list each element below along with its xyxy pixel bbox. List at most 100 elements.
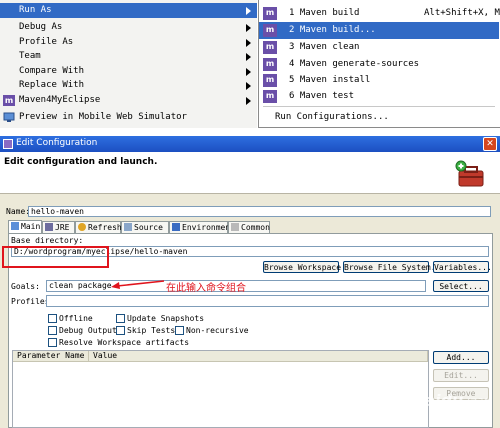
offline-label: Offline — [59, 314, 93, 323]
menu-item-label: Compare With — [19, 66, 85, 76]
submenu-arrow-icon — [246, 68, 251, 76]
submenu-item-label: Run Configurations... — [275, 112, 389, 122]
tab-environment[interactable]: Environment — [169, 221, 235, 233]
dialog-title: Edit Configuration — [16, 138, 98, 148]
submenu-item-maven-generate-sources[interactable]: m 4 Maven generate-sources — [259, 56, 499, 73]
mobile-simulator-icon — [3, 112, 15, 123]
run-as-submenu: m 1 Maven build Alt+Shift+X, M m 2 Maven… — [258, 0, 500, 128]
column-header-parameter-name[interactable]: Parameter Name — [13, 351, 89, 362]
goals-highlight-box — [2, 246, 109, 268]
menu-item-run-as[interactable]: Run As — [0, 3, 257, 18]
base-directory-label: Base directory: — [11, 236, 84, 245]
skip-tests-label: Skip Tests — [127, 326, 176, 335]
submenu-item-label: 5 Maven install — [289, 75, 371, 85]
update-snapshots-checkbox[interactable] — [116, 314, 125, 323]
source-tab-icon — [124, 223, 132, 231]
submenu-arrow-icon — [246, 53, 251, 61]
submenu-arrow-icon — [246, 82, 251, 90]
tab-label: Common — [241, 223, 270, 232]
menu-item-label: Maven4MyEclipse — [19, 95, 101, 105]
refresh-tab-icon — [78, 223, 86, 231]
annotation-arrow-icon — [111, 280, 165, 289]
close-button[interactable]: ✕ — [483, 137, 497, 151]
goals-label: Goals: — [11, 282, 40, 291]
menu-item-team[interactable]: Team — [0, 49, 257, 64]
toolbox-icon — [455, 160, 485, 188]
tab-label: Main — [21, 222, 41, 231]
menu-item-debug-as[interactable]: Debug As — [0, 20, 257, 35]
non-recursive-checkbox[interactable] — [175, 326, 184, 335]
name-field[interactable]: hello-maven — [28, 206, 491, 217]
dialog-titlebar[interactable]: Edit Configuration ✕ — [0, 136, 500, 152]
tab-jre[interactable]: JRE — [42, 221, 75, 233]
menu-item-replace-with[interactable]: Replace With — [0, 78, 257, 93]
submenu-arrow-icon — [246, 97, 251, 105]
maven-m-icon: m — [263, 24, 277, 37]
submenu-item-maven-install[interactable]: m 5 Maven install — [259, 72, 499, 89]
watermark-suffix: 经验 — [466, 397, 491, 411]
submenu-item-label: 4 Maven generate-sources — [289, 59, 420, 69]
update-snapshots-label: Update Snapshots — [127, 314, 205, 323]
maven-m-icon: m — [263, 74, 277, 87]
tab-label: JRE — [55, 223, 70, 232]
baidu-watermark: Baidu 经验 — [380, 387, 498, 425]
select-button[interactable]: Select... — [433, 280, 489, 292]
maven-m-icon: m — [263, 7, 277, 20]
edit-button[interactable]: Edit... — [433, 369, 489, 382]
resolve-workspace-checkbox[interactable] — [48, 338, 57, 347]
resolve-workspace-label: Resolve Workspace artifacts — [59, 338, 190, 347]
edit-configuration-dialog: Edit Configuration ✕ Edit configuration … — [0, 136, 500, 428]
column-header-value[interactable]: Value — [89, 351, 428, 362]
maven-m-icon: m — [263, 90, 277, 103]
browse-workspace-button[interactable]: Browse Workspace... — [263, 261, 356, 273]
menu-item-label: Run As — [19, 5, 52, 15]
submenu-item-maven-build[interactable]: m 1 Maven build Alt+Shift+X, M — [259, 5, 500, 22]
menu-item-compare-with[interactable]: Compare With — [0, 64, 257, 79]
menu-item-maven4myeclipse[interactable]: m Maven4MyEclipse — [0, 93, 257, 108]
add-button[interactable]: Add... — [433, 351, 489, 364]
menu-item-label: Replace With — [19, 80, 85, 90]
tab-main[interactable]: Main — [8, 220, 42, 233]
config-tabs: Main JRE Refresh Source Environment Comm… — [8, 220, 493, 233]
parameter-table[interactable]: Parameter Name Value — [12, 350, 429, 428]
maven-m-icon: m — [3, 95, 15, 106]
browse-file-system-button[interactable]: Browse File System... — [343, 261, 445, 273]
submenu-item-maven-build-dialog[interactable]: m 2 Maven build... — [259, 22, 499, 39]
tab-label: Source — [134, 223, 163, 232]
annotation-text: 在此输入命令组合 — [166, 283, 246, 294]
debug-output-label: Debug Output — [59, 326, 117, 335]
common-tab-icon — [231, 223, 239, 231]
offline-checkbox[interactable] — [48, 314, 57, 323]
menu-item-label: Debug As — [19, 22, 63, 32]
menu-separator — [263, 106, 495, 107]
name-label: Name: — [6, 207, 31, 216]
menu-item-profile-as[interactable]: Profile As — [0, 35, 257, 50]
main-tab-icon — [11, 222, 19, 230]
tab-source[interactable]: Source — [121, 221, 169, 233]
submenu-item-label: 6 Maven test — [289, 91, 355, 101]
tab-label: Refresh — [88, 223, 122, 232]
skip-tests-checkbox[interactable] — [116, 326, 125, 335]
submenu-item-maven-clean[interactable]: m 3 Maven clean — [259, 39, 499, 56]
submenu-arrow-icon — [246, 7, 251, 15]
profiles-field[interactable] — [46, 295, 489, 307]
context-menu: Run As Debug As Profile As Team Compare … — [0, 0, 257, 128]
header-text: Edit configuration and launch. — [4, 157, 158, 167]
submenu-item-run-configurations[interactable]: Run Configurations... — [259, 109, 499, 126]
menu-item-preview-mobile[interactable]: Preview in Mobile Web Simulator — [0, 110, 257, 125]
submenu-item-maven-test[interactable]: m 6 Maven test — [259, 88, 499, 105]
submenu-item-label: 3 Maven clean — [289, 42, 360, 52]
submenu-item-label: 2 Maven build... — [289, 25, 376, 35]
dialog-app-icon — [3, 139, 13, 149]
submenu-arrow-icon — [246, 24, 251, 32]
variables-button[interactable]: Variables... — [433, 261, 492, 273]
debug-output-checkbox[interactable] — [48, 326, 57, 335]
menu-item-label: Preview in Mobile Web Simulator — [19, 112, 187, 122]
tab-common[interactable]: Common — [228, 221, 270, 233]
menu-item-label: Profile As — [19, 37, 74, 47]
environment-tab-icon — [172, 223, 180, 231]
menu-item-label: Team — [19, 51, 41, 61]
tab-refresh[interactable]: Refresh — [75, 221, 122, 233]
jre-tab-icon — [45, 223, 53, 231]
maven-m-icon: m — [263, 58, 277, 71]
